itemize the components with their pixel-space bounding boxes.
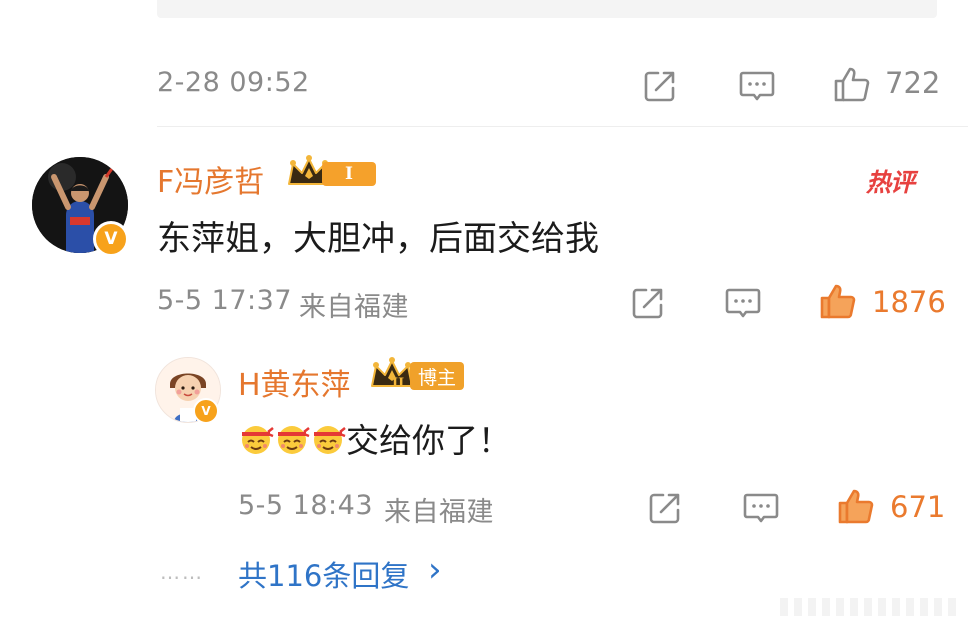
prev-comment-time: 2-28 09:52 xyxy=(157,67,310,98)
hot-comment-mark: 热评 xyxy=(866,168,915,197)
share-icon[interactable] xyxy=(645,488,685,528)
like-icon[interactable] xyxy=(834,484,878,528)
reply-content: 交给你了！ xyxy=(238,418,511,460)
happy-headband-emoji xyxy=(278,426,310,454)
share-icon[interactable] xyxy=(640,66,680,106)
comment-time: 5-5 17:37 xyxy=(157,285,292,316)
comment-text: 东萍姐，大胆冲，后面交给我 xyxy=(157,219,599,259)
level-badge: I xyxy=(322,162,376,186)
comment-username[interactable]: F冯彦哲 xyxy=(157,157,264,201)
happy-headband-emoji xyxy=(242,426,274,454)
verified-badge-icon: V xyxy=(193,398,219,424)
crown-level: II xyxy=(392,376,405,391)
reply-location: 来自福建 xyxy=(384,497,494,528)
happy-headband-emoji xyxy=(314,426,346,454)
previous-content-bar xyxy=(157,0,937,18)
reply-time: 5-5 18:43 xyxy=(238,490,373,521)
watermark xyxy=(780,598,960,616)
chevron-right-icon[interactable]: › xyxy=(428,550,442,590)
more-replies-link[interactable]: 共116条回复 xyxy=(238,553,409,595)
comment-icon[interactable] xyxy=(741,488,781,528)
reply-username[interactable]: H黄东萍 xyxy=(238,360,351,404)
reply-text: 交给你了！ xyxy=(346,421,511,460)
share-icon[interactable] xyxy=(628,283,668,323)
verified-badge-icon: V xyxy=(93,221,129,257)
like-icon[interactable] xyxy=(830,62,874,106)
comment-like-count: 1876 xyxy=(872,285,946,319)
like-icon[interactable] xyxy=(816,279,860,323)
comment-icon[interactable] xyxy=(723,283,763,323)
prev-like-count: 722 xyxy=(885,66,941,100)
divider xyxy=(157,126,968,127)
ellipsis: …… xyxy=(160,560,204,584)
host-badge: 博主 xyxy=(410,362,465,390)
comment-location: 来自福建 xyxy=(299,292,409,323)
reply-like-count: 671 xyxy=(890,490,946,524)
comment-icon[interactable] xyxy=(737,66,777,106)
